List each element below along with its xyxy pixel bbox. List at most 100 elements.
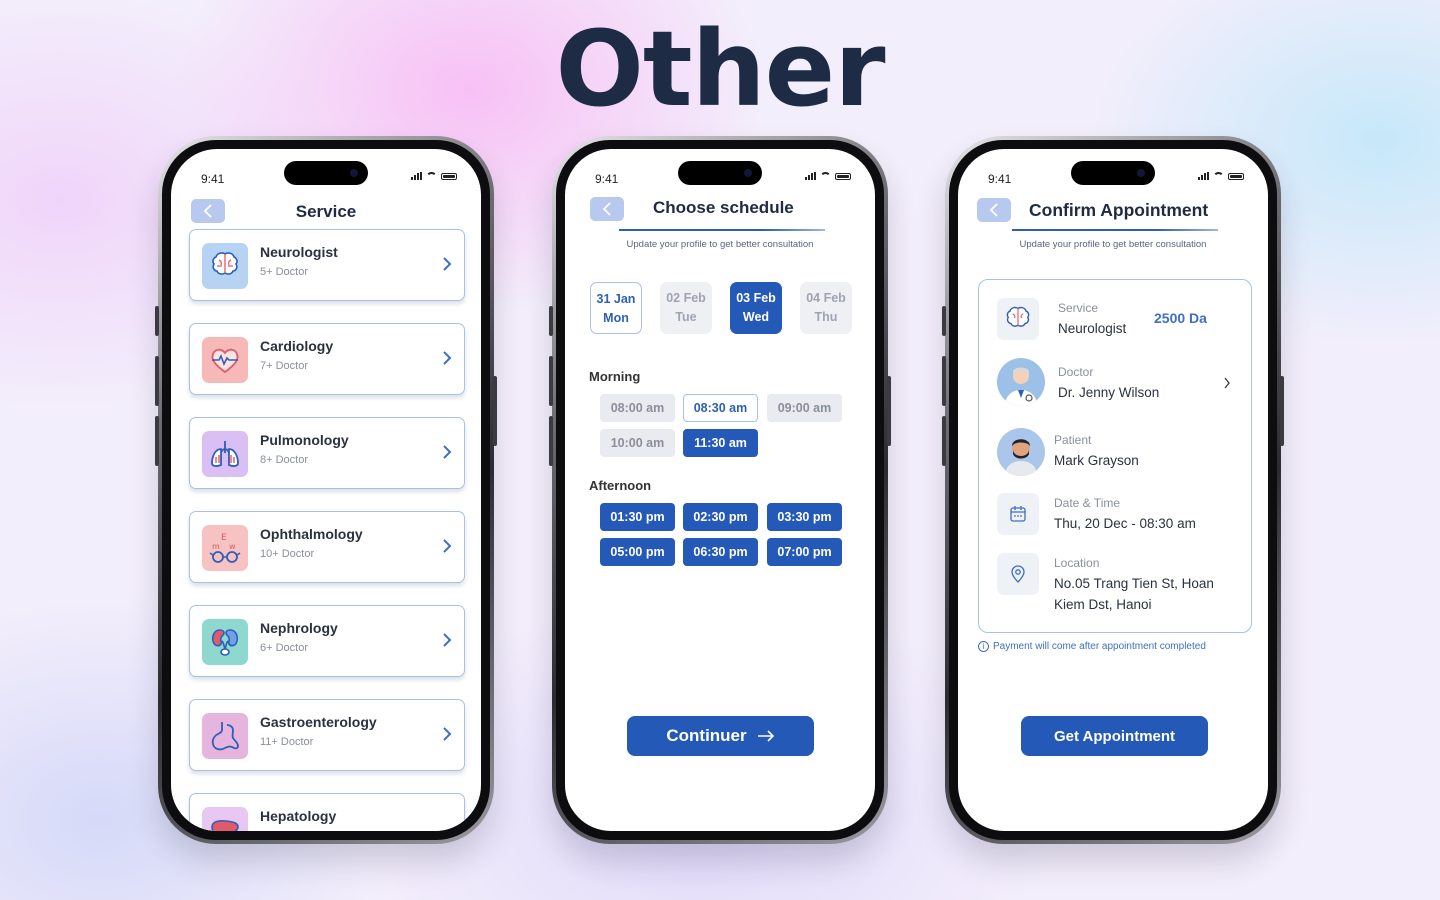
back-button[interactable] — [590, 197, 624, 221]
date-pill[interactable]: 04 Feb Thu — [800, 282, 852, 334]
service-label: Service — [1058, 301, 1099, 315]
chevron-right-icon — [442, 256, 452, 276]
status-time: 9:41 — [988, 172, 1012, 186]
power-button — [1280, 376, 1284, 446]
date-label: 31 Jan — [596, 292, 636, 306]
time-slot-selected[interactable]: 11:30 am — [683, 429, 758, 457]
eye-chart-icon: Emw — [202, 525, 248, 571]
time-slot[interactable]: 07:00 pm — [767, 538, 842, 566]
signal-icon — [411, 172, 422, 180]
service-card-nephrology[interactable]: Nephrology 6+ Doctor — [189, 605, 465, 677]
chevron-right-icon — [442, 444, 452, 464]
afternoon-label: Afternoon — [589, 478, 652, 493]
phone-schedule: 9:41 Choose schedule Update your profile… — [549, 136, 891, 844]
get-appointment-label: Get Appointment — [1053, 727, 1176, 745]
chevron-left-icon — [602, 202, 611, 216]
date-label: 02 Feb — [666, 291, 706, 305]
service-card-hepatology[interactable]: Hepatology — [189, 793, 465, 831]
status-icons — [411, 172, 457, 180]
service-card-neurologist[interactable]: Neurologist 5+ Doctor — [189, 229, 465, 301]
date-label: 03 Feb — [736, 291, 776, 305]
day-label: Thu — [814, 310, 838, 324]
service-value: Neurologist — [1058, 321, 1127, 336]
payment-note-text: Payment will come after appointment comp… — [993, 641, 1206, 652]
service-name: Neurologist — [260, 244, 338, 260]
title-underline — [1012, 229, 1218, 231]
svg-text:w: w — [229, 542, 236, 551]
time-slot[interactable]: 02:30 pm — [683, 503, 758, 531]
wifi-icon — [820, 172, 831, 180]
service-card-pulmonology[interactable]: Pulmonology 8+ Doctor — [189, 417, 465, 489]
stomach-icon — [202, 713, 248, 759]
time-slot[interactable]: 08:30 am — [683, 394, 758, 422]
volume-down-button — [155, 416, 159, 466]
service-name: Hepatology — [260, 808, 337, 824]
service-card-ophthalmology[interactable]: Emw Ophthalmology 10+ Doctor — [189, 511, 465, 583]
schedule-screen: 9:41 Choose schedule Update your profile… — [565, 149, 875, 831]
chevron-left-icon — [989, 203, 998, 217]
date-label: 04 Feb — [806, 291, 846, 305]
lungs-icon — [202, 431, 248, 477]
wifi-icon — [1213, 172, 1224, 180]
morning-label: Morning — [589, 369, 641, 384]
service-doctor-count: 10+ Doctor — [260, 548, 315, 560]
dynamic-island — [284, 161, 368, 185]
liver-icon — [202, 807, 248, 831]
battery-icon — [441, 172, 457, 180]
time-slot[interactable]: 08:00 am — [600, 394, 675, 422]
time-slot[interactable]: 05:00 pm — [600, 538, 675, 566]
service-doctor-count: 6+ Doctor — [260, 642, 308, 654]
time-slot[interactable]: 10:00 am — [600, 429, 675, 457]
page-subtitle: Update your profile to get better consul… — [1019, 239, 1207, 250]
date-pill-selected[interactable]: 03 Feb Wed — [730, 282, 782, 334]
location-pin-icon — [997, 553, 1039, 595]
service-name: Nephrology — [260, 620, 338, 636]
power-button — [887, 376, 891, 446]
date-pill[interactable]: 31 Jan Mon — [590, 282, 642, 334]
dynamic-island — [1071, 161, 1155, 185]
chevron-right-icon[interactable] — [1223, 376, 1231, 394]
day-label: Mon — [603, 311, 629, 325]
date-pill[interactable]: 02 Feb Tue — [660, 282, 712, 334]
doctor-label: Doctor — [1058, 365, 1094, 379]
page-title: Choose schedule — [653, 198, 794, 217]
back-button[interactable] — [977, 198, 1011, 222]
location-line-1: No.05 Trang Tien St, Hoan — [1054, 576, 1214, 591]
signal-icon — [805, 172, 816, 180]
time-slot[interactable]: 09:00 am — [767, 394, 842, 422]
service-name: Cardiology — [260, 338, 334, 354]
patient-label: Patient — [1054, 433, 1092, 447]
time-slot[interactable]: 03:30 pm — [767, 503, 842, 531]
service-doctor-count: 5+ Doctor — [260, 266, 308, 278]
appointment-summary-card: Service Neurologist 2500 Da Doctor Dr. J… — [978, 279, 1252, 633]
calendar-icon — [997, 493, 1039, 535]
datetime-value: Thu, 20 Dec - 08:30 am — [1054, 516, 1196, 531]
status-icons — [805, 172, 851, 180]
wifi-icon — [426, 172, 437, 180]
service-name: Pulmonology — [260, 432, 349, 448]
brain-icon — [997, 298, 1039, 340]
power-button — [493, 376, 497, 446]
continue-button[interactable]: Continuer — [627, 716, 814, 756]
get-appointment-button[interactable]: Get Appointment — [1021, 716, 1208, 756]
volume-down-button — [942, 416, 946, 466]
time-slot[interactable]: 06:30 pm — [683, 538, 758, 566]
arrow-right-icon — [757, 730, 774, 742]
service-card-cardiology[interactable]: Cardiology 7+ Doctor — [189, 323, 465, 395]
location-label: Location — [1054, 556, 1100, 570]
doctor-value: Dr. Jenny Wilson — [1058, 385, 1160, 400]
service-screen: 9:41 Service Neurologist 5+ Doctor Cardi… — [171, 149, 481, 831]
price: 2500 Da — [1154, 310, 1207, 326]
chevron-right-icon — [442, 632, 452, 652]
volume-up-button — [155, 356, 159, 406]
info-icon: i — [978, 641, 989, 652]
hero-title: Other — [555, 8, 886, 130]
page-title: Service — [295, 202, 357, 221]
time-slot[interactable]: 01:30 pm — [600, 503, 675, 531]
battery-icon — [1228, 172, 1244, 180]
continue-label: Continuer — [666, 726, 747, 745]
service-card-gastroenterology[interactable]: Gastroenterology 11+ Doctor — [189, 699, 465, 771]
location-line-2: Kiem Dst, Hanoi — [1054, 597, 1152, 612]
payment-note: i Payment will come after appointment co… — [978, 641, 1206, 652]
day-label: Wed — [742, 310, 770, 324]
